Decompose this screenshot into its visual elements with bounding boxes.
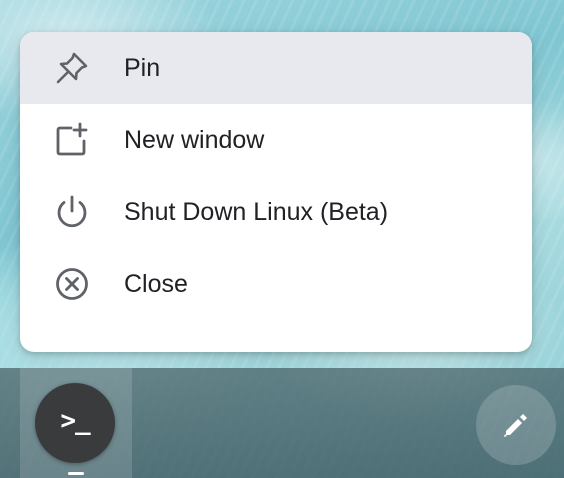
power-icon [52, 192, 92, 232]
new-window-icon [52, 120, 92, 160]
menu-item-close[interactable]: Close [20, 248, 532, 320]
menu-item-label: Close [124, 270, 188, 298]
terminal-icon: >_ [60, 406, 90, 436]
stylus-icon [504, 414, 527, 437]
menu-item-label: New window [124, 126, 265, 154]
menu-item-label: Pin [124, 54, 161, 82]
app-running-indicator [68, 472, 84, 475]
close-circle-icon [52, 264, 92, 304]
pin-icon [52, 48, 92, 88]
menu-item-new-window[interactable]: New window [20, 104, 532, 176]
menu-item-shut-down-linux[interactable]: Shut Down Linux (Beta) [20, 176, 532, 248]
menu-item-label: Shut Down Linux (Beta) [124, 198, 389, 226]
menu-item-pin[interactable]: Pin [20, 32, 532, 104]
terminal-app-button[interactable]: >_ [35, 383, 115, 463]
stylus-tools-button[interactable] [476, 385, 556, 465]
app-context-menu: Pin New window Shut Down Linux (Beta) Cl… [20, 32, 532, 352]
shelf: >_ [0, 368, 564, 478]
